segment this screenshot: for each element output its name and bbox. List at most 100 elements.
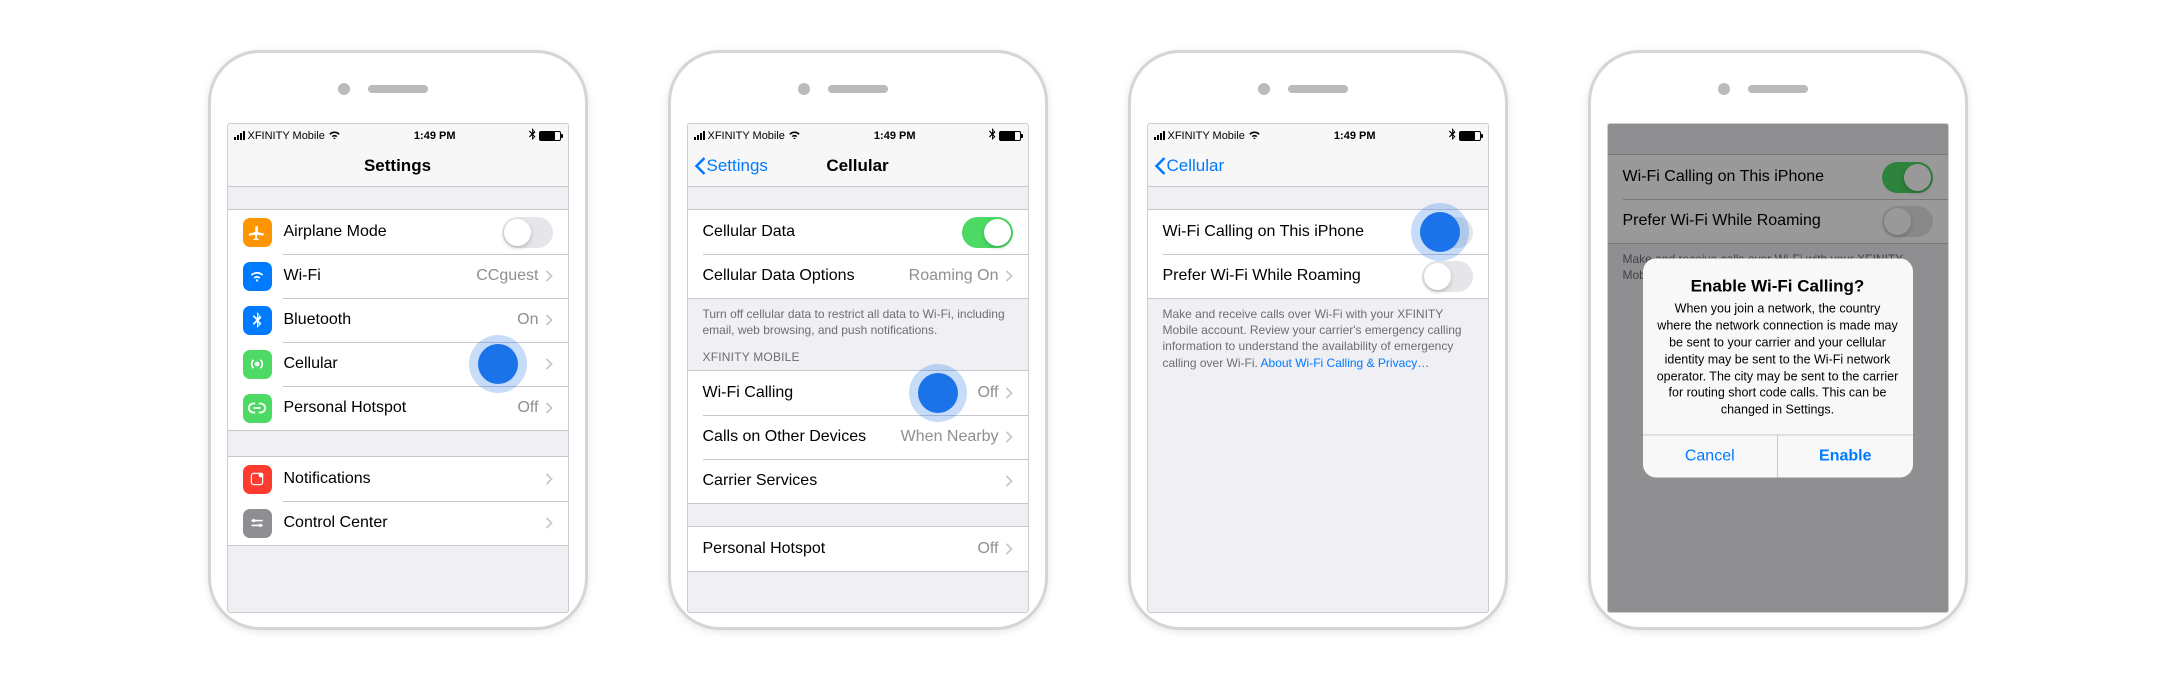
section-footer: Make and receive calls over Wi-Fi with y…	[1148, 299, 1488, 377]
chevron-icon	[545, 358, 553, 370]
status-bar: XFINITY Mobile 1:49 PM	[228, 124, 568, 145]
bluetooth-icon	[988, 128, 996, 143]
row-carrier-services[interactable]: Carrier Services	[688, 459, 1028, 503]
carrier-label: XFINITY Mobile	[1168, 130, 1245, 142]
screen: XFINITY Mobile 1:49 PM Cellular Wi-Fi Ca…	[1147, 123, 1489, 613]
cellular-icon	[243, 350, 272, 379]
row-value: Off	[977, 384, 998, 402]
row-bluetooth[interactable]: Bluetooth On	[228, 298, 568, 342]
chevron-icon	[1005, 543, 1013, 555]
carrier-label: XFINITY Mobile	[708, 130, 785, 142]
row-label: Notifications	[284, 470, 545, 488]
row-label: Airplane Mode	[284, 223, 502, 241]
signal-icon	[1154, 131, 1165, 140]
page-title: Settings	[364, 156, 431, 176]
camera-dot	[1258, 83, 1270, 95]
row-wifi-calling[interactable]: Wi-Fi Calling Off	[688, 371, 1028, 415]
chevron-icon	[545, 270, 553, 282]
chevron-icon	[545, 402, 553, 414]
row-wifi[interactable]: Wi-Fi CCguest	[228, 254, 568, 298]
alert-dialog: Enable Wi-Fi Calling? When you join a ne…	[1643, 258, 1913, 477]
time-label: 1:49 PM	[414, 130, 456, 142]
battery-icon	[999, 131, 1021, 141]
row-label: Cellular Data	[703, 223, 962, 241]
camera-dot	[338, 83, 350, 95]
alert-title: Enable Wi-Fi Calling?	[1643, 258, 1913, 298]
row-value: CCguest	[476, 267, 538, 285]
row-prefer-wifi-roaming[interactable]: Prefer Wi-Fi While Roaming	[1148, 254, 1488, 298]
row-value: Off	[977, 540, 998, 558]
row-cellular-data-options[interactable]: Cellular Data Options Roaming On	[688, 254, 1028, 298]
cancel-button[interactable]: Cancel	[1643, 436, 1778, 478]
wifi-icon	[1248, 129, 1261, 142]
back-button[interactable]: Cellular	[1154, 156, 1225, 176]
row-label: Cellular Data Options	[703, 267, 909, 285]
row-value: Roaming On	[909, 267, 999, 285]
phone-frame-3: XFINITY Mobile 1:49 PM Cellular Wi-Fi Ca…	[1128, 50, 1508, 630]
screen: XFINITY Mobile 1:49 PM Settings Cellular…	[687, 123, 1029, 613]
camera-dot	[798, 83, 810, 95]
row-label: Wi-Fi	[284, 267, 477, 285]
wifi-calling-toggle[interactable]	[1422, 217, 1473, 248]
prefer-roaming-toggle[interactable]	[1422, 261, 1473, 292]
airplane-toggle[interactable]	[502, 217, 553, 248]
signal-icon	[694, 131, 705, 140]
row-control-center[interactable]: Control Center	[228, 501, 568, 545]
speaker-slot	[828, 85, 888, 93]
time-label: 1:49 PM	[1334, 130, 1376, 142]
chevron-icon	[1005, 431, 1013, 443]
battery-icon	[1459, 131, 1481, 141]
row-wifi-calling-iphone[interactable]: Wi-Fi Calling on This iPhone	[1148, 210, 1488, 254]
row-label: Personal Hotspot	[284, 399, 518, 417]
chevron-icon	[545, 517, 553, 529]
row-personal-hotspot[interactable]: Personal Hotspot Off	[688, 527, 1028, 571]
cellular-data-toggle[interactable]	[962, 217, 1013, 248]
row-label: Control Center	[284, 514, 545, 532]
control-center-icon	[243, 509, 272, 538]
section-footer: Turn off cellular data to restrict all d…	[688, 299, 1028, 344]
row-airplane-mode[interactable]: Airplane Mode	[228, 210, 568, 254]
bluetooth-icon	[1448, 128, 1456, 143]
back-label: Settings	[707, 156, 768, 176]
signal-icon	[234, 131, 245, 140]
phone-frame-2: XFINITY Mobile 1:49 PM Settings Cellular…	[668, 50, 1048, 630]
wifi-settings-icon	[243, 262, 272, 291]
bluetooth-icon	[528, 128, 536, 143]
privacy-link[interactable]: About Wi-Fi Calling & Privacy…	[1261, 356, 1430, 370]
nav-bar: Settings Cellular	[688, 145, 1028, 187]
battery-icon	[539, 131, 561, 141]
screen: XFINITY Mobile 1:49 PM Settings Airplane…	[227, 123, 569, 613]
row-personal-hotspot[interactable]: Personal Hotspot Off	[228, 386, 568, 430]
section-header: XFINITY MOBILE	[688, 344, 1028, 370]
status-bar: XFINITY Mobile 1:49 PM	[1148, 124, 1488, 145]
row-label: Cellular	[284, 355, 545, 373]
back-label: Cellular	[1167, 156, 1225, 176]
row-calls-other-devices[interactable]: Calls on Other Devices When Nearby	[688, 415, 1028, 459]
row-notifications[interactable]: Notifications	[228, 457, 568, 501]
alert-message: When you join a network, the country whe…	[1643, 298, 1913, 434]
row-label: Wi-Fi Calling on This iPhone	[1163, 223, 1422, 241]
airplane-icon	[243, 218, 272, 247]
row-label: Prefer Wi-Fi While Roaming	[1163, 267, 1422, 285]
page-title: Cellular	[826, 156, 888, 176]
row-label: Carrier Services	[703, 472, 1005, 490]
speaker-slot	[368, 85, 428, 93]
enable-button[interactable]: Enable	[1777, 436, 1913, 478]
chevron-icon	[545, 473, 553, 485]
wifi-icon	[788, 129, 801, 142]
row-value: On	[517, 311, 538, 329]
status-bar: XFINITY Mobile 1:49 PM	[688, 124, 1028, 145]
row-cellular[interactable]: Cellular	[228, 342, 568, 386]
row-value: When Nearby	[901, 428, 999, 446]
bluetooth-settings-icon	[243, 306, 272, 335]
speaker-slot	[1748, 85, 1808, 93]
back-button[interactable]: Settings	[694, 156, 768, 176]
chevron-icon	[1005, 387, 1013, 399]
row-cellular-data[interactable]: Cellular Data	[688, 210, 1028, 254]
camera-dot	[1718, 83, 1730, 95]
notifications-icon	[243, 465, 272, 494]
row-label: Calls on Other Devices	[703, 428, 901, 446]
chevron-icon	[545, 314, 553, 326]
time-label: 1:49 PM	[874, 130, 916, 142]
screen: Wi-Fi Calling on This iPhone Prefer Wi-F…	[1607, 123, 1949, 613]
